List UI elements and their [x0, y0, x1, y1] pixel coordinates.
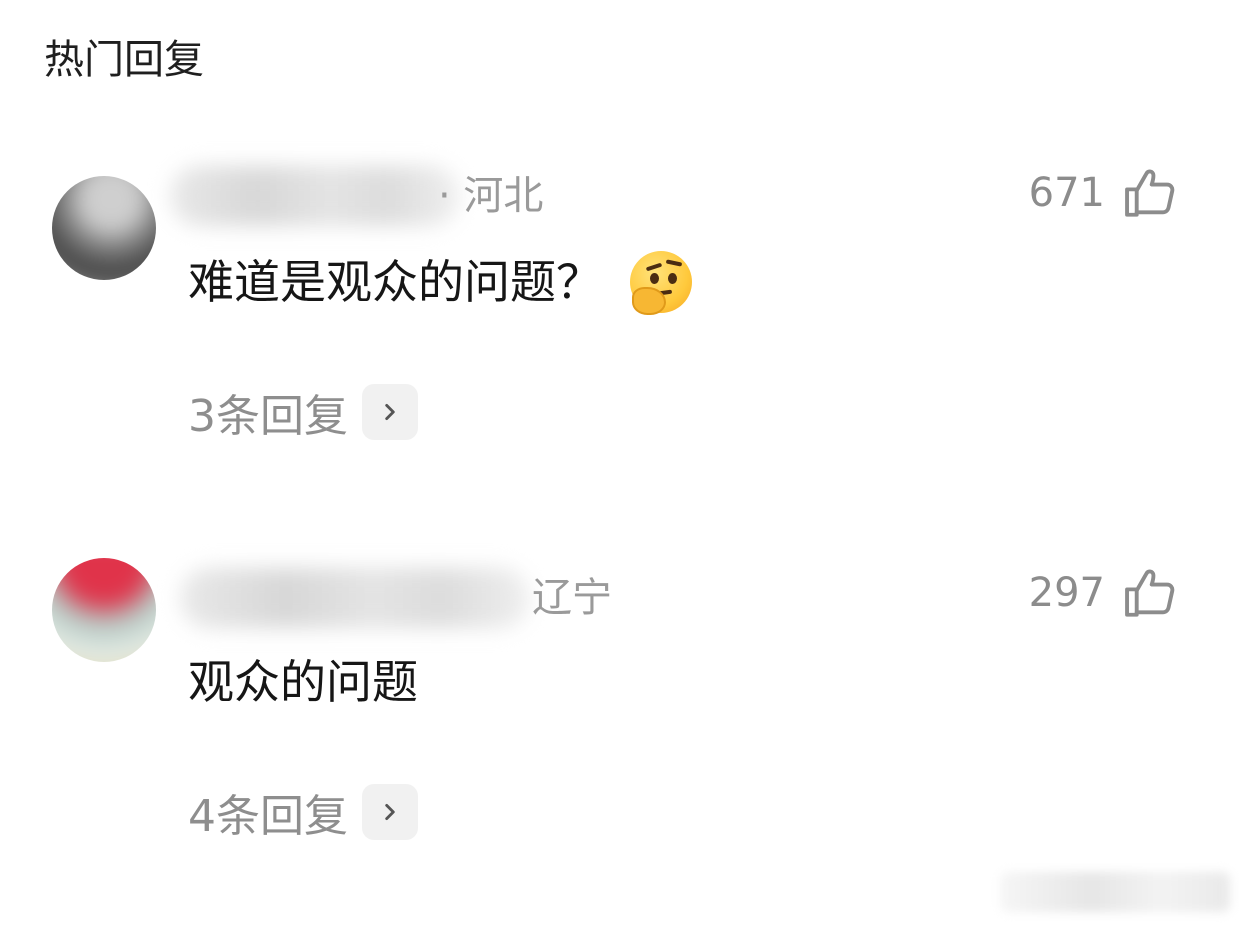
avatar[interactable]	[52, 176, 156, 280]
username-blurred	[170, 166, 460, 226]
view-replies-button[interactable]: 4条回复	[188, 780, 418, 844]
username-row[interactable]: · 河北	[150, 166, 570, 226]
like-count: 297	[1028, 570, 1105, 616]
comment-item: · 河北 671 难道是观众的问题？ 3条回复	[0, 150, 1239, 480]
avatar[interactable]	[52, 558, 156, 662]
comment-body: 难道是观众的问题？	[188, 255, 602, 309]
location-label: 辽宁	[532, 575, 612, 621]
like-button[interactable]: 671	[1029, 164, 1179, 222]
watermark-blurred	[1000, 872, 1230, 912]
chevron-right-icon	[362, 784, 418, 840]
thinking-face-emoji-icon	[630, 251, 692, 315]
thumbs-up-icon	[1121, 564, 1179, 622]
username-blurred	[180, 568, 530, 628]
replies-count-label: 3条回复	[188, 391, 348, 442]
comment-text: 难道是观众的问题？	[188, 250, 692, 315]
section-title: 热门回复	[44, 37, 204, 83]
comment-item: 辽宁 297 观众的问题 4条回复	[0, 552, 1239, 882]
view-replies-button[interactable]: 3条回复	[188, 380, 418, 444]
like-count: 671	[1028, 170, 1105, 216]
username-row[interactable]: 辽宁	[150, 568, 630, 628]
location-label: · 河北	[438, 173, 544, 219]
replies-count-label: 4条回复	[188, 791, 348, 842]
like-button[interactable]: 297	[1029, 564, 1179, 622]
comment-text: 观众的问题	[188, 650, 418, 714]
thumbs-up-icon	[1121, 164, 1179, 222]
comment-body: 观众的问题	[188, 655, 418, 709]
chevron-right-icon	[362, 384, 418, 440]
